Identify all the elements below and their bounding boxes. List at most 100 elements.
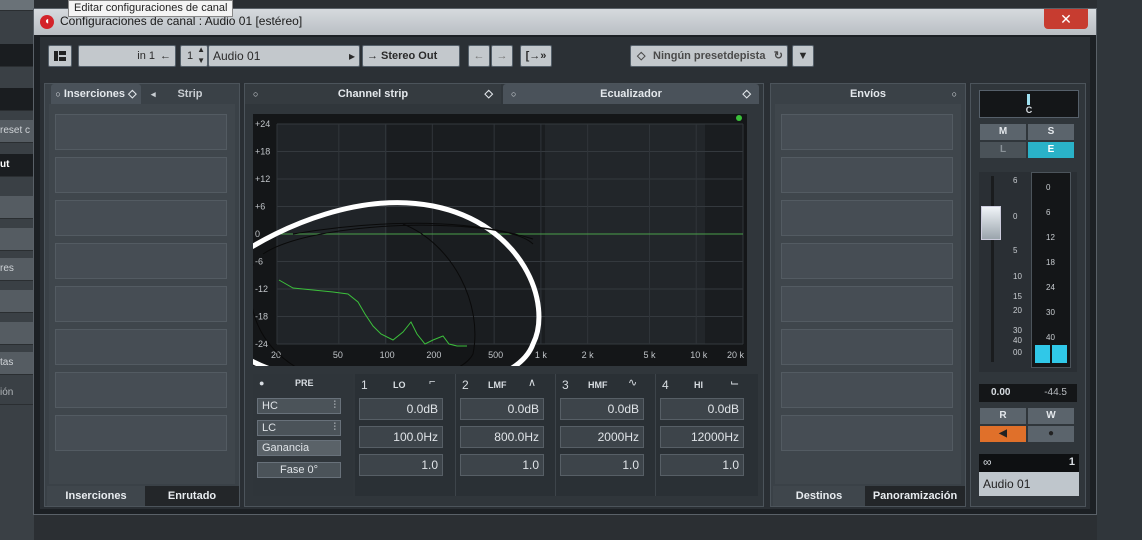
band-gain-field[interactable]: 0.0dB	[359, 398, 443, 420]
eq-x-axis: 20 50 100 200 500 1 k2 k5 k 10 k 20 k	[271, 350, 745, 360]
input-routing-field[interactable]: in 1 ←	[78, 45, 176, 67]
layout-toggle-button[interactable]	[48, 45, 72, 67]
write-automation-button[interactable]: W	[1028, 408, 1074, 424]
send-slot[interactable]	[781, 200, 953, 236]
bg-toolbar	[0, 0, 34, 11]
volume-fader-knob[interactable]	[981, 206, 1001, 240]
band-gain-field[interactable]: 0.0dB	[660, 398, 744, 420]
channel-name-field[interactable]: Audio 01 ▸	[208, 45, 360, 67]
insert-slot[interactable]	[55, 372, 227, 408]
peak-icon[interactable]: ∧	[528, 376, 536, 389]
output-routing-field[interactable]: → Stereo Out	[362, 45, 460, 67]
band-q-field[interactable]: 1.0	[660, 454, 744, 476]
band-freq-field[interactable]: 2000Hz	[560, 426, 644, 448]
tab-inserts[interactable]: ○ Inserciones ◇	[51, 84, 141, 104]
meter-scale-label: 40	[1046, 333, 1055, 342]
chevron-down-icon: ▼	[797, 50, 809, 62]
sends-panel: Envíos ○ Destinos Panoramización	[770, 83, 966, 507]
channel-type-bar: ∞ 1	[979, 454, 1079, 472]
band-number: 1	[361, 378, 368, 392]
chevron-right-icon: ▸	[348, 49, 355, 63]
peak-icon[interactable]: ∿	[628, 376, 637, 389]
pan-control[interactable]: C	[979, 90, 1079, 118]
send-slot[interactable]	[781, 372, 953, 408]
eq-y-tick: -18	[255, 312, 268, 322]
insert-slot[interactable]	[55, 243, 227, 279]
band-freq-field[interactable]: 12000Hz	[660, 426, 744, 448]
speaker-icon: ◂	[151, 89, 156, 99]
input-routing-label: in 1	[137, 50, 155, 62]
band-freq-field[interactable]: 100.0Hz	[359, 426, 443, 448]
high-shelf-icon[interactable]: ⌙	[730, 376, 739, 389]
tab-bottom-routing[interactable]: Enrutado	[145, 486, 239, 506]
record-enable-button[interactable]: ●	[1028, 426, 1074, 442]
volume-value[interactable]: 0.00	[991, 384, 1010, 402]
tab-bottom-inserts[interactable]: Inserciones	[47, 486, 145, 506]
fader-scale-label: 5	[1013, 246, 1018, 255]
low-shelf-icon[interactable]: ⌐	[429, 376, 435, 388]
stereo-icon: ∞	[983, 455, 992, 469]
channel-name: Audio 01	[213, 49, 261, 63]
bg-row: reset c	[0, 120, 34, 143]
send-slot[interactable]	[781, 329, 953, 365]
tab-bottom-panning[interactable]: Panoramización	[865, 486, 965, 506]
mute-button[interactable]: M	[980, 124, 1026, 140]
pre-power-icon[interactable]: ●	[259, 378, 264, 388]
listen-button[interactable]: L	[980, 142, 1026, 158]
preset-field[interactable]: ◇ Ningún presetdepista ↻	[630, 45, 788, 67]
insert-slot[interactable]	[55, 286, 227, 322]
insert-slot[interactable]	[55, 114, 227, 150]
bg-row: ut	[0, 154, 34, 177]
channel-number-spinner[interactable]: 1 ▲ ▼	[180, 45, 208, 67]
eq-panel: ○ Channel strip ◇ ○ Ecualizador ◇ +24 +18…	[184, 83, 764, 507]
edit-button[interactable]: E	[1028, 142, 1074, 158]
band-q-field[interactable]: 1.0	[359, 454, 443, 476]
eq-y-tick: +18	[255, 147, 270, 157]
band-gain-field[interactable]: 0.0dB	[460, 398, 544, 420]
tab-bottom-destinations[interactable]: Destinos	[773, 486, 865, 506]
spinner-arrows-icon[interactable]: ▲ ▼	[197, 44, 205, 66]
previous-channel-button[interactable]: ←	[468, 45, 490, 67]
peak-value[interactable]: -44.5	[1044, 384, 1067, 402]
tab-sends[interactable]: Envíos ○	[771, 84, 965, 104]
solo-button[interactable]: S	[1028, 124, 1074, 140]
band-freq-field[interactable]: 800.0Hz	[460, 426, 544, 448]
send-slot[interactable]	[781, 286, 953, 322]
channel-name-label[interactable]: Audio 01	[979, 472, 1079, 496]
eq-x-tick: 1 k	[535, 350, 548, 360]
hc-filter-button[interactable]: HC ⫶	[257, 398, 341, 414]
fader-scale-label: 40	[1013, 336, 1022, 345]
eq-band-4: 4 HI ⌙ 0.0dB 12000Hz 1.0	[655, 374, 758, 496]
eq-y-tick: 0	[255, 229, 260, 239]
fader-section: 6 0 5 10 15 20 30 40 00 0 6 12 18 24 30 40	[979, 172, 1077, 372]
send-to-selected-button[interactable]: [→»	[520, 45, 552, 67]
send-slot[interactable]	[781, 415, 953, 451]
insert-slot[interactable]	[55, 415, 227, 451]
insert-slot[interactable]	[55, 157, 227, 193]
eq-curve-display[interactable]: +24 +18 +12 +6 0 -6 -12 -18 -24 20 50 100 200 500 1 k…	[184, 114, 747, 394]
send-slot[interactable]	[781, 243, 953, 279]
insert-slot[interactable]	[55, 200, 227, 236]
read-automation-button[interactable]: R	[980, 408, 1026, 424]
fader-scale-label: 15	[1013, 292, 1022, 301]
gain-slider[interactable]: Ganancia	[257, 440, 341, 456]
send-slot[interactable]	[781, 114, 953, 150]
next-channel-button[interactable]: →	[491, 45, 513, 67]
close-button[interactable]: ✕	[1044, 9, 1088, 29]
monitor-button[interactable]: ◀	[980, 426, 1026, 442]
tab-channel-strip[interactable]: ○ Channel strip ◇	[245, 84, 501, 104]
meter-scale-label: 24	[1046, 283, 1055, 292]
phase-button[interactable]: Fase 0°	[257, 462, 341, 478]
tab-equalizer[interactable]: ○ Ecualizador ◇	[503, 84, 759, 104]
insert-slot[interactable]	[55, 329, 227, 365]
send-slot[interactable]	[781, 157, 953, 193]
reload-icon[interactable]: ↻	[774, 46, 783, 66]
eq-curve-svg[interactable]: +24+18+12+60-6-12-18-24 20 50 100 200 500 1 k…	[184, 114, 747, 394]
bg-row: tas	[0, 352, 34, 375]
band-gain-field[interactable]: 0.0dB	[560, 398, 644, 420]
band-q-field[interactable]: 1.0	[460, 454, 544, 476]
band-q-field[interactable]: 1.0	[560, 454, 644, 476]
lc-filter-button[interactable]: LC ⫶	[257, 420, 341, 436]
preset-menu-button[interactable]: ▼	[792, 45, 814, 67]
tab-strip[interactable]: ◂ Strip	[145, 84, 235, 104]
